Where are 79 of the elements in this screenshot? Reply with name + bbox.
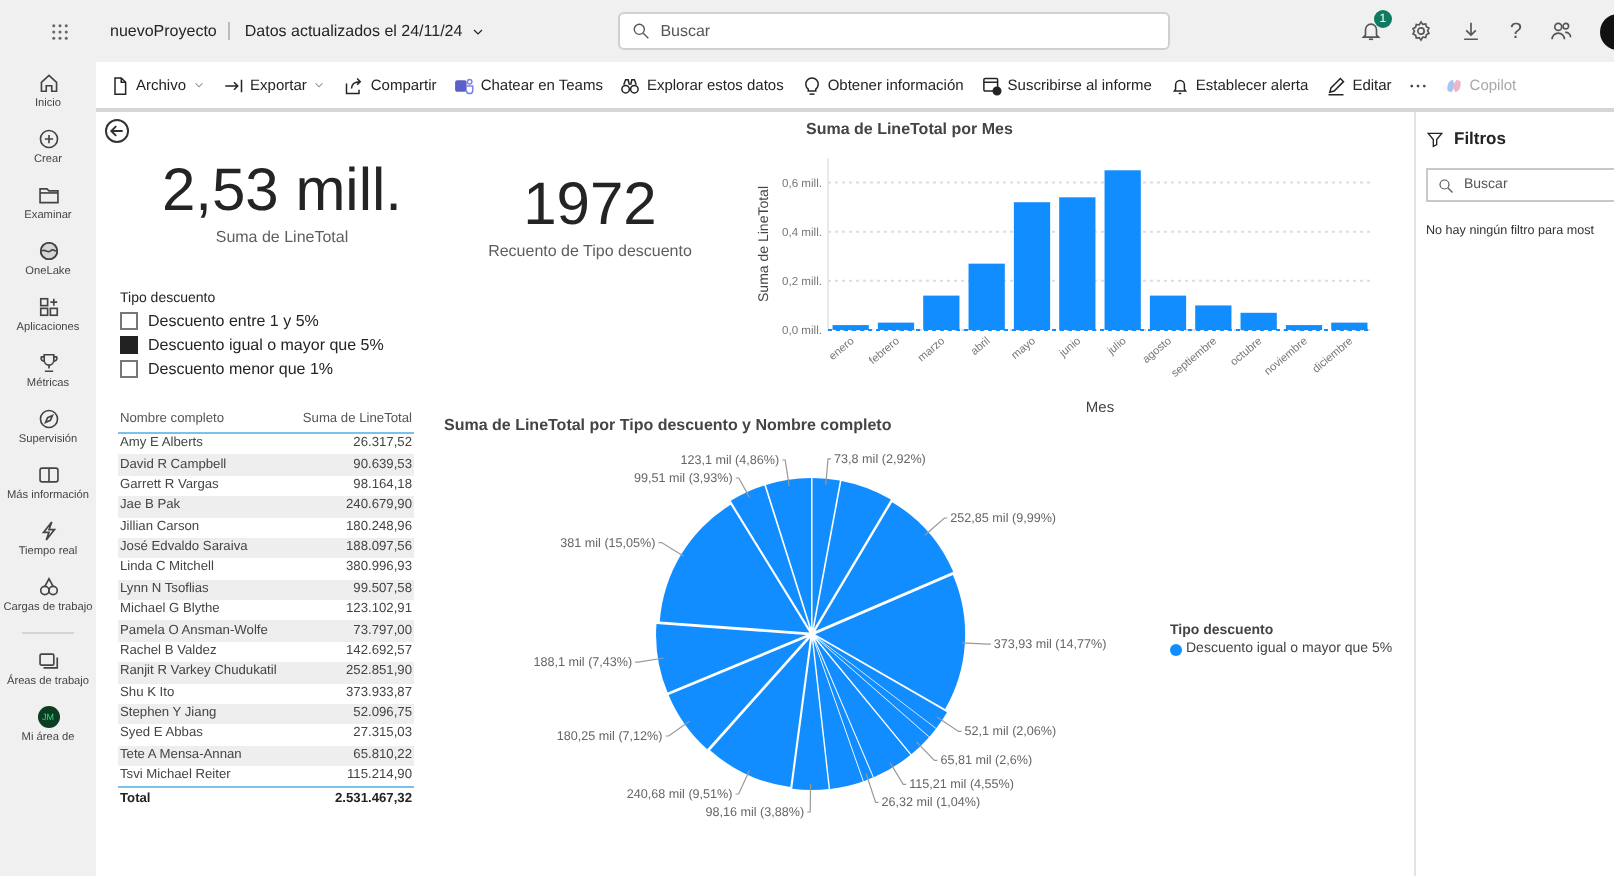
teams-icon <box>454 75 475 95</box>
leader-line <box>936 716 963 732</box>
leader-line <box>634 657 665 663</box>
pie-slice[interactable] <box>814 480 891 629</box>
binoculars-icon <box>620 75 641 95</box>
search-icon <box>632 22 651 40</box>
pie-slice[interactable] <box>813 639 863 789</box>
subscribe-icon <box>981 75 1002 95</box>
bar[interactable] <box>1059 197 1096 330</box>
leader-line <box>924 517 948 536</box>
slicer-option[interactable]: Descuento igual o mayor que 5% <box>120 336 440 354</box>
lightbulb-icon <box>801 75 822 95</box>
leader-line <box>961 642 992 645</box>
search-icon <box>1438 177 1454 193</box>
kpi-label: Suma de LineTotal <box>215 228 349 246</box>
bar[interactable] <box>877 322 915 330</box>
kpi-value: 2,53 mill. <box>161 162 403 222</box>
chart-title: Suma de LineTotal por Tipo descuento y Nombre completo <box>444 416 894 434</box>
bar[interactable] <box>1195 305 1232 330</box>
pie-slice[interactable] <box>812 478 840 628</box>
onelake-icon <box>37 239 59 262</box>
bar[interactable] <box>1013 202 1051 330</box>
workspaces-icon <box>37 649 59 672</box>
bar[interactable] <box>923 295 960 330</box>
kpi-label: Recuento de Tipo descuento <box>488 241 692 259</box>
settings-icon[interactable] <box>1409 20 1432 42</box>
copilot-icon <box>1443 75 1464 95</box>
workloads-icon <box>37 575 59 598</box>
dataset-status-dropdown[interactable]: Datos actualizados el 24/11/24 <box>238 18 493 44</box>
checkbox[interactable] <box>120 312 138 330</box>
pencil-icon <box>1326 75 1347 95</box>
app-launcher-icon[interactable] <box>50 21 70 41</box>
chart-title: Suma de LineTotal por Mes <box>806 120 1015 138</box>
plus-circle-icon <box>37 127 59 150</box>
leader-line <box>658 542 685 557</box>
bar[interactable] <box>1104 170 1141 330</box>
book-icon <box>37 463 59 486</box>
share-people-icon[interactable] <box>1550 20 1572 42</box>
download-icon[interactable] <box>1459 20 1482 42</box>
bar[interactable] <box>1285 325 1323 330</box>
compass-icon <box>37 407 59 430</box>
share-icon <box>344 75 365 95</box>
folder-icon <box>37 183 59 206</box>
bar[interactable] <box>832 325 869 330</box>
leader-line <box>665 720 691 737</box>
leader-line <box>915 741 938 761</box>
export-arrow-icon <box>224 75 245 95</box>
search-field[interactable]: Buscar <box>618 12 1171 50</box>
bar[interactable] <box>1149 295 1187 330</box>
home-icon <box>37 72 59 94</box>
workspace-name[interactable]: nuevoProyecto <box>110 22 231 40</box>
filter-icon <box>1426 129 1444 147</box>
slicer-option[interactable]: Descuento entre 1 y 5% <box>120 312 440 330</box>
pie-slice[interactable] <box>765 478 812 629</box>
document-icon <box>110 75 130 95</box>
notifications-icon[interactable] <box>1359 20 1382 42</box>
leader-line <box>735 477 751 499</box>
kpi-value: 1972 <box>523 175 657 235</box>
pie-slice[interactable] <box>814 639 873 782</box>
pie-slice[interactable] <box>656 624 807 693</box>
bar[interactable] <box>968 263 1005 330</box>
bar[interactable] <box>1240 312 1277 330</box>
bell-icon <box>1169 75 1190 95</box>
leader-line <box>781 459 790 487</box>
slicer-option[interactable]: Descuento menor que 1% <box>120 360 440 378</box>
trophy-icon <box>37 351 59 374</box>
lightning-icon <box>37 519 59 542</box>
bar[interactable] <box>1331 322 1368 330</box>
pie-slice[interactable] <box>792 640 829 790</box>
leader-line <box>865 773 880 803</box>
checkbox[interactable] <box>120 336 138 354</box>
checkbox[interactable] <box>120 360 138 378</box>
leader-line <box>825 458 832 486</box>
leader-line <box>735 769 750 795</box>
pane-title: Filtros <box>1454 128 1506 148</box>
leader-line <box>806 783 812 813</box>
leader-line <box>889 761 907 785</box>
apps-icon <box>37 295 59 318</box>
help-button[interactable]: ? <box>1509 19 1522 43</box>
